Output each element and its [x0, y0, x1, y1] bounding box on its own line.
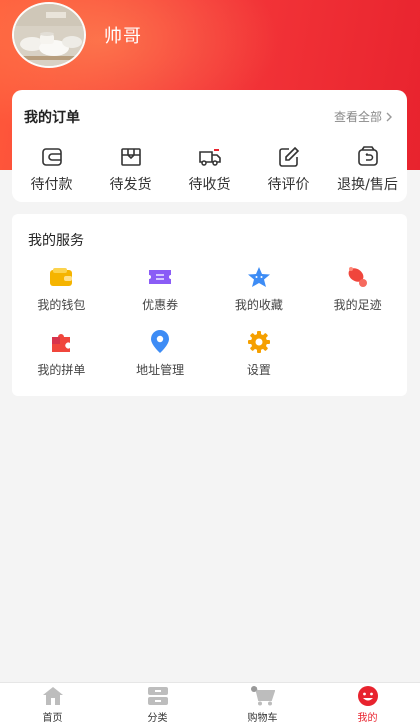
box-icon	[120, 148, 141, 166]
service-favorites-label: 我的收藏	[234, 298, 283, 312]
return-icon	[357, 146, 378, 166]
gear-icon	[246, 329, 272, 355]
service-coupon-label: 优惠券	[142, 298, 179, 312]
wallet-icon	[48, 264, 74, 290]
order-returns-aftersale-label: 退换/售后	[337, 177, 398, 193]
order-pending-review[interactable]: 待评价	[249, 146, 328, 194]
service-settings-label: 设置	[246, 363, 271, 377]
smile-icon	[356, 685, 380, 707]
services-grid: 我的钱包 优惠券 我的收藏 我的足迹 我的拼单 地址管理 设置	[12, 264, 407, 378]
tab-category[interactable]: 分类	[105, 683, 210, 726]
orders-title: 我的订单	[24, 110, 80, 126]
tab-mine-label: 我的	[357, 713, 378, 724]
edit-icon	[278, 146, 299, 167]
service-favorites[interactable]: 我的收藏	[210, 264, 309, 313]
my-services-card: 我的服务 我的钱包 优惠券 我的收藏 我的足迹 我的拼单 地址管理 设置	[12, 214, 407, 396]
service-coupon[interactable]: 优惠券	[111, 264, 210, 313]
tab-cart[interactable]: 购物车	[210, 683, 315, 726]
tab-home-label: 首页	[42, 713, 63, 724]
order-pending-review-label: 待评价	[267, 177, 310, 193]
tab-category-label: 分类	[147, 713, 168, 724]
service-address-label: 地址管理	[136, 363, 185, 377]
service-wallet-label: 我的钱包	[37, 298, 86, 312]
puzzle-icon	[48, 329, 74, 355]
home-icon	[41, 685, 65, 707]
location-icon	[147, 329, 173, 355]
avatar[interactable]	[12, 2, 86, 68]
service-footprint[interactable]: 我的足迹	[308, 264, 407, 313]
view-all-label: 查看全部	[333, 110, 382, 124]
service-group-order-label: 我的拼单	[37, 363, 86, 377]
tab-cart-label: 购物车	[247, 713, 278, 724]
wallet-icon	[41, 148, 62, 166]
service-address[interactable]: 地址管理	[111, 329, 210, 378]
coupon-icon	[147, 264, 173, 290]
order-pending-payment[interactable]: 待付款	[12, 146, 91, 194]
service-settings[interactable]: 设置	[210, 329, 309, 378]
bottom-tab-bar: 首页 分类 购物车 我的	[0, 682, 420, 726]
view-all-orders-link[interactable]: 查看全部	[334, 108, 393, 125]
order-returns-aftersale[interactable]: 退换/售后	[328, 146, 407, 194]
order-status-row: 待付款 待发货 待收货 待评价 退换/售后	[12, 146, 407, 194]
order-pending-receipt[interactable]: 待收货	[170, 146, 249, 194]
order-pending-shipment-label: 待发货	[109, 177, 152, 193]
cart-badge-dot	[251, 686, 257, 692]
truck-icon	[198, 149, 221, 166]
service-wallet[interactable]: 我的钱包	[12, 264, 111, 313]
service-footprint-label: 我的足迹	[333, 298, 382, 312]
star-icon	[246, 264, 272, 290]
username[interactable]: 帅哥	[104, 22, 142, 48]
tab-mine[interactable]: 我的	[315, 683, 420, 726]
services-title: 我的服务	[28, 233, 84, 249]
category-icon	[146, 685, 170, 707]
order-pending-receipt-label: 待收货	[188, 177, 231, 193]
order-pending-shipment[interactable]: 待发货	[91, 146, 170, 194]
footprint-icon	[345, 264, 371, 290]
chevron-right-icon	[386, 112, 392, 121]
order-pending-payment-label: 待付款	[30, 177, 73, 193]
service-group-order[interactable]: 我的拼单	[12, 329, 111, 378]
my-orders-card: 我的订单 查看全部 待付款 待发货 待收货 待评价 退换/售后	[12, 90, 407, 202]
tab-home[interactable]: 首页	[0, 683, 105, 726]
